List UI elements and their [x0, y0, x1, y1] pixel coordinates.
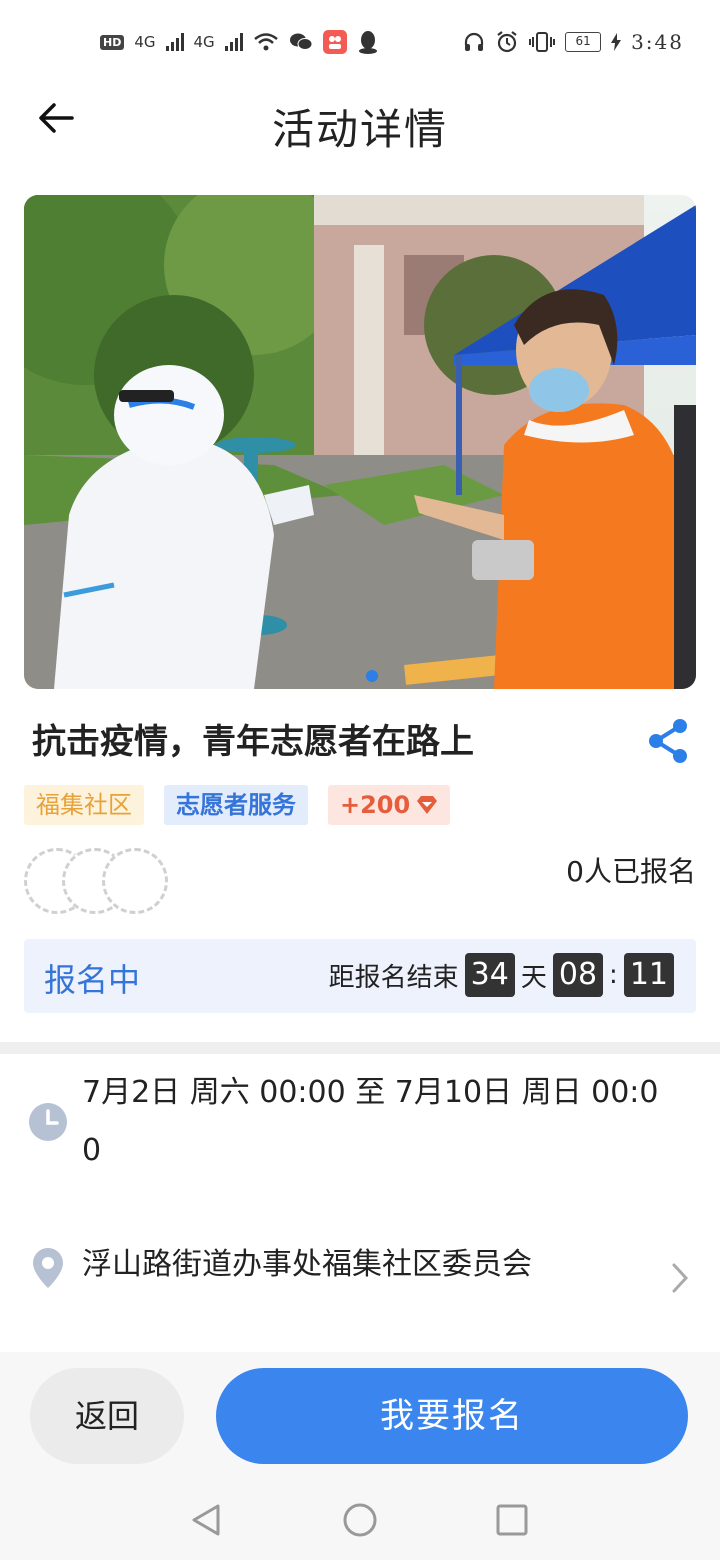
- signal-icon: [165, 33, 184, 51]
- location-pin-icon: [33, 1248, 63, 1288]
- status-bar: HD 4G 4G 61 3:48: [0, 0, 720, 84]
- header: 活动详情: [0, 84, 720, 164]
- countdown-separator: :: [609, 960, 618, 990]
- diamond-icon: [417, 796, 438, 814]
- battery-icon: 61: [565, 32, 602, 52]
- system-nav-bar: [0, 1480, 720, 1560]
- location-row[interactable]: 浮山路街道办事处福集社区委员会: [24, 1236, 696, 1316]
- countdown-prefix: 距报名结束: [328, 962, 459, 993]
- page-title: 活动详情: [271, 105, 448, 154]
- network-type-2: 4G: [193, 33, 215, 51]
- countdown: 距报名结束 34 天 08 : 11: [329, 953, 674, 997]
- participant-avatars: [24, 848, 184, 918]
- clock-time: 3:48: [631, 30, 684, 54]
- time-range-line1: 7月2日 周六 00:00 至 7月10日 周日 00:0: [82, 1075, 659, 1110]
- countdown-days-unit: 天: [520, 962, 547, 993]
- charging-icon: [611, 33, 622, 51]
- countdown-minutes: 11: [623, 953, 674, 997]
- vibrate-icon: [529, 32, 556, 52]
- hd-badge: HD: [100, 34, 125, 50]
- app-icon: [322, 30, 347, 54]
- avatar-placeholder: [102, 848, 168, 914]
- signup-button[interactable]: 我要报名: [216, 1368, 688, 1464]
- nav-home-icon[interactable]: [342, 1502, 378, 1538]
- location-text: 浮山路街道办事处福集社区委员会: [82, 1247, 532, 1282]
- tag-community: 福集社区: [24, 785, 144, 825]
- signup-count: 0人已报名: [566, 855, 696, 888]
- nav-recents-icon[interactable]: [494, 1502, 530, 1538]
- points-value: +200: [340, 791, 411, 819]
- tag-list: 福集社区 志愿者服务 +200: [24, 785, 451, 825]
- tag-category: 志愿者服务: [164, 785, 308, 825]
- chevron-right-icon[interactable]: [670, 1262, 690, 1294]
- back-button[interactable]: 返回: [30, 1368, 184, 1464]
- time-range-line2: 0: [82, 1133, 102, 1168]
- carousel-indicator-dot[interactable]: [366, 670, 378, 682]
- network-type-1: 4G: [134, 33, 156, 51]
- wechat-icon: [289, 33, 313, 50]
- time-row: 7月2日 周六 00:00 至 7月10日 周日 00:0 0: [24, 1064, 696, 1194]
- share-icon[interactable]: [646, 716, 692, 766]
- clock-icon: [29, 1103, 67, 1141]
- alarm-icon: [497, 31, 517, 53]
- section-divider: [0, 1042, 720, 1054]
- wifi-icon: [253, 33, 278, 51]
- tag-points: +200: [328, 785, 451, 825]
- signal-icon-2: [224, 33, 243, 51]
- qq-icon: [358, 31, 377, 54]
- headphones-icon: [464, 32, 484, 51]
- activity-title: 抗击疫情，青年志愿者在路上: [32, 722, 474, 762]
- countdown-days: 34: [464, 953, 515, 997]
- status-label: 报名中: [44, 961, 141, 999]
- signup-status-row: 报名中 距报名结束 34 天 08 : 11: [24, 939, 696, 1013]
- countdown-hours: 08: [552, 953, 604, 997]
- activity-banner-image[interactable]: [24, 195, 696, 689]
- nav-back-icon[interactable]: [188, 1502, 224, 1538]
